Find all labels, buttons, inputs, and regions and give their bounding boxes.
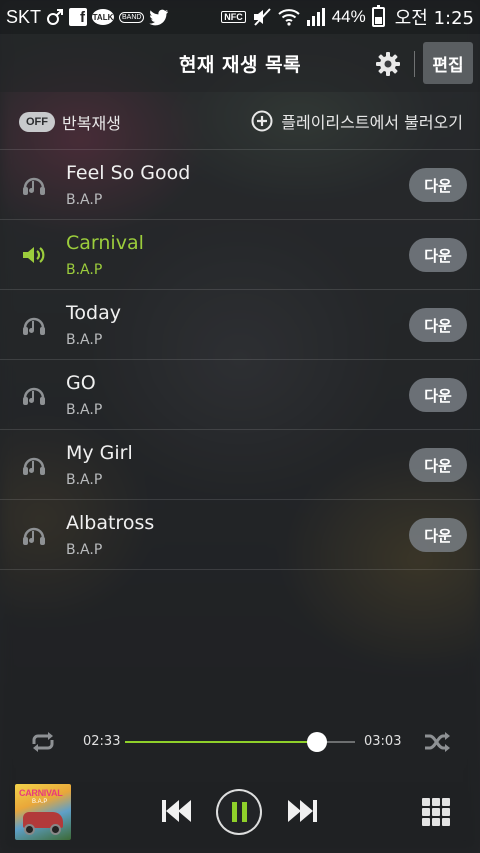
load-playlist-button[interactable]: 플레이리스트에서 불러오기 — [251, 109, 463, 133]
options-row: OFF 반복재생 플레이리스트에서 불러오기 — [0, 92, 480, 148]
track-artist: B.A.P — [66, 332, 103, 348]
track-artist: B.A.P — [66, 542, 103, 558]
track-title: Albatross — [66, 512, 155, 534]
track-title: Feel So Good — [66, 162, 191, 184]
track-title: Today — [66, 302, 121, 324]
repeat-toggle[interactable]: OFF — [19, 112, 55, 132]
carrier-label: SKT — [6, 6, 42, 27]
clock: 오전 1:25 — [394, 8, 474, 29]
repeat-label: 반복재생 — [62, 114, 121, 133]
download-button[interactable]: 다운 — [409, 168, 467, 202]
list-item[interactable]: My Girl B.A.P 다운 — [0, 430, 480, 500]
kakaotalk-icon: TALK — [92, 9, 115, 25]
seek-bar-played — [125, 741, 318, 743]
battery-icon — [371, 5, 385, 27]
repeat-toggle-group[interactable]: OFF 반복재생 — [19, 110, 121, 134]
battery-percent: 44% — [331, 7, 366, 26]
download-button[interactable]: 다운 — [409, 378, 467, 412]
progress-area: 02:33 03:03 — [0, 722, 480, 762]
music-note-icon — [21, 523, 47, 547]
list-item[interactable]: GO B.A.P 다운 — [0, 360, 480, 430]
nfc-icon: NFC — [221, 11, 246, 23]
header-divider — [414, 51, 415, 77]
album-art[interactable]: CARNIVAL B.A.P — [15, 784, 71, 840]
music-note-icon — [21, 383, 47, 407]
current-time: 02:33 — [83, 734, 121, 749]
list-item[interactable]: Feel So Good B.A.P 다운 — [0, 150, 480, 220]
wifi-icon — [278, 8, 300, 26]
edit-button[interactable]: 편집 — [423, 42, 473, 84]
twitter-icon — [149, 9, 169, 26]
next-track-icon[interactable] — [287, 798, 319, 824]
track-title: GO — [66, 372, 96, 394]
track-title: Carnival — [66, 232, 144, 254]
music-note-icon — [21, 313, 47, 337]
plus-circle-icon — [251, 110, 273, 132]
music-note-icon — [21, 453, 47, 477]
previous-track-icon[interactable] — [160, 798, 192, 824]
list-item[interactable]: Today B.A.P 다운 — [0, 290, 480, 360]
track-artist: B.A.P — [66, 192, 103, 208]
track-artist: B.A.P — [66, 472, 103, 488]
signal-icon — [306, 8, 326, 26]
album-art-artist: B.A.P — [32, 799, 48, 805]
list-item[interactable]: Carnival B.A.P 다운 — [0, 220, 480, 290]
list-item[interactable]: Albatross B.A.P 다운 — [0, 500, 480, 570]
player-controls: CARNIVAL B.A.P — [0, 770, 480, 853]
grid-menu-icon[interactable] — [422, 798, 450, 826]
mute-icon — [252, 8, 272, 26]
album-art-title: CARNIVAL — [19, 788, 63, 798]
pause-icon — [231, 802, 237, 822]
track-artist: B.A.P — [66, 262, 103, 278]
track-artist: B.A.P — [66, 402, 103, 418]
total-time: 03:03 — [364, 734, 402, 749]
page-title: 현재 재생 목록 — [178, 53, 302, 76]
header: 현재 재생 목록 편집 — [0, 34, 480, 92]
status-bar: SKT f TALK BAND NFC 44% 오전 1:25 — [0, 0, 480, 34]
playlist: Feel So Good B.A.P 다운 Carnival B.A.P 다운 … — [0, 149, 480, 570]
download-button[interactable]: 다운 — [409, 448, 467, 482]
speaker-icon — [21, 243, 47, 267]
music-note-icon — [21, 173, 47, 197]
seek-thumb[interactable] — [307, 732, 328, 752]
seek-bar[interactable] — [125, 732, 355, 752]
download-button[interactable]: 다운 — [409, 308, 467, 342]
repeat-icon[interactable] — [28, 731, 58, 753]
load-playlist-label: 플레이리스트에서 불러오기 — [281, 113, 463, 132]
download-button[interactable]: 다운 — [409, 238, 467, 272]
band-icon: BAND — [119, 11, 145, 23]
download-button[interactable]: 다운 — [409, 518, 467, 552]
facebook-icon: f — [69, 8, 88, 26]
male-sign-icon — [46, 8, 64, 26]
track-title: My Girl — [66, 442, 133, 464]
gear-icon[interactable] — [375, 51, 401, 77]
shuffle-icon[interactable] — [422, 731, 452, 753]
pause-button[interactable] — [216, 789, 262, 835]
